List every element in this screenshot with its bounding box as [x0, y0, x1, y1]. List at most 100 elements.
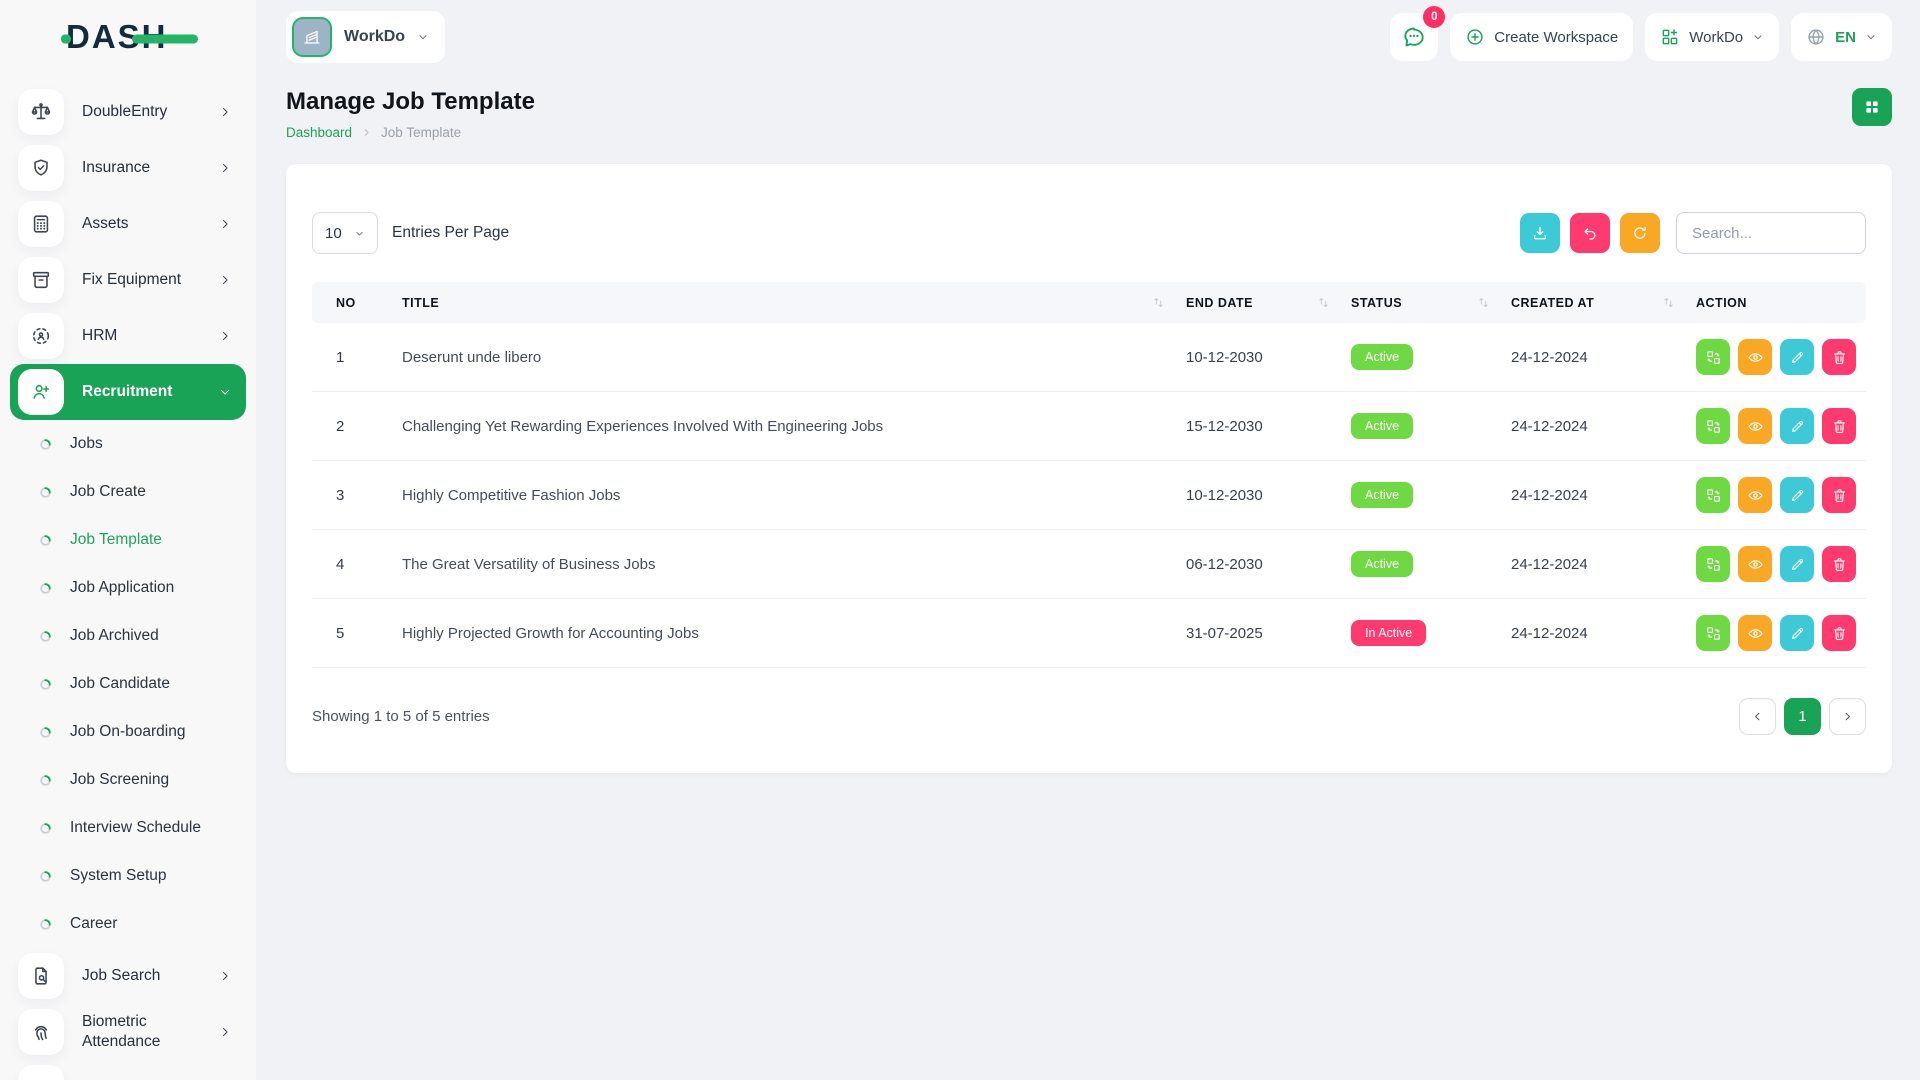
convert-button[interactable] — [1696, 546, 1730, 582]
entries-per-page: 10 Entries Per Page — [312, 212, 509, 254]
breadcrumb-dashboard-link[interactable]: Dashboard — [286, 125, 352, 140]
sidebar-item-assets[interactable]: Assets — [10, 196, 246, 252]
workdo-apps-button[interactable]: WorkDo — [1645, 13, 1779, 61]
cell-actions — [1686, 461, 1866, 530]
pagination: 1 — [1739, 698, 1866, 735]
column-header-end-date[interactable]: END DATE — [1176, 282, 1341, 323]
workspace-selector[interactable]: WorkDo — [286, 11, 445, 63]
language-selector[interactable]: EN — [1791, 13, 1892, 61]
sidebar-subitem-job-on-boarding[interactable]: Job On-boarding — [10, 708, 246, 756]
sidebar-subitem-label: Job On-boarding — [70, 723, 185, 741]
column-header-action: ACTION — [1686, 282, 1866, 323]
brand-logo[interactable]: DASH — [0, 0, 256, 74]
create-workspace-button[interactable]: Create Workspace — [1450, 13, 1633, 61]
cell-title: Challenging Yet Rewarding Experiences In… — [392, 392, 1176, 461]
sidebar-subitem-label: System Setup — [70, 867, 167, 885]
cell-status: Active — [1341, 392, 1501, 461]
chat-icon — [1401, 24, 1427, 50]
convert-button[interactable] — [1696, 408, 1730, 444]
sidebar-subitem-job-archived[interactable]: Job Archived — [10, 612, 246, 660]
sidebar-item-hrm[interactable]: HRM — [10, 308, 246, 364]
sidebar-subitem-interview-schedule[interactable]: Interview Schedule — [10, 804, 246, 852]
sidebar-item-item[interactable] — [10, 1060, 246, 1080]
sidebar-item-fix-equipment[interactable]: Fix Equipment — [10, 252, 246, 308]
entries-per-page-select[interactable]: 10 — [312, 212, 378, 254]
sidebar-subitem-career[interactable]: Career — [10, 900, 246, 948]
pagination-page-1[interactable]: 1 — [1784, 698, 1821, 735]
undo-button[interactable] — [1570, 213, 1610, 253]
column-header-status[interactable]: STATUS — [1341, 282, 1501, 323]
sidebar-subitem-job-candidate[interactable]: Job Candidate — [10, 660, 246, 708]
sidebar-item-insurance[interactable]: Insurance — [10, 140, 246, 196]
convert-button[interactable] — [1696, 615, 1730, 651]
eye-icon — [1747, 556, 1764, 573]
column-header-no: NO — [312, 282, 392, 323]
search-input[interactable] — [1676, 212, 1866, 254]
view-button[interactable] — [1738, 477, 1772, 513]
bullet-icon — [38, 437, 53, 452]
edit-button[interactable] — [1780, 339, 1814, 375]
sidebar-subitem-label: Jobs — [70, 435, 103, 453]
sidebar-item-recruitment[interactable]: Recruitment — [10, 364, 246, 420]
topbar-actions: 0 Create Workspace WorkDo EN — [1390, 13, 1892, 61]
column-label: NO — [336, 296, 356, 310]
edit-button[interactable] — [1780, 408, 1814, 444]
pagination-prev-button[interactable] — [1739, 698, 1776, 735]
delete-button[interactable] — [1822, 615, 1856, 651]
pagination-next-button[interactable] — [1829, 698, 1866, 735]
scales-icon — [18, 89, 64, 135]
convert-icon — [1705, 487, 1722, 504]
delete-button[interactable] — [1822, 408, 1856, 444]
status-badge: In Active — [1351, 620, 1426, 646]
messages-button[interactable]: 0 — [1390, 13, 1438, 61]
view-button[interactable] — [1738, 408, 1772, 444]
edit-button[interactable] — [1780, 477, 1814, 513]
column-label: STATUS — [1351, 296, 1402, 310]
sidebar-subitem-label: Job Application — [70, 579, 174, 597]
trash-icon — [1831, 418, 1848, 435]
status-badge: Active — [1351, 413, 1413, 439]
convert-button[interactable] — [1696, 339, 1730, 375]
refresh-button[interactable] — [1620, 213, 1660, 253]
sidebar-item-biometric-attendance[interactable]: Biometric Attendance — [10, 1004, 246, 1060]
logo-dot-accent — [61, 34, 71, 43]
sidebar-subitem-job-application[interactable]: Job Application — [10, 564, 246, 612]
sidebar-item-label: DoubleEntry — [82, 102, 218, 122]
cell-status: Active — [1341, 461, 1501, 530]
column-label: ACTION — [1696, 296, 1747, 310]
edit-button[interactable] — [1780, 615, 1814, 651]
column-header-created-at[interactable]: CREATED AT — [1501, 282, 1686, 323]
grid-view-button[interactable] — [1852, 88, 1892, 126]
view-button[interactable] — [1738, 339, 1772, 375]
delete-button[interactable] — [1822, 546, 1856, 582]
cell-title: Deserunt unde libero — [392, 323, 1176, 392]
user-plus-icon — [18, 369, 64, 415]
page-title: Manage Job Template — [286, 88, 535, 116]
sort-icon — [1151, 295, 1166, 310]
document-search-icon — [18, 953, 64, 999]
sidebar-subitem-system-setup[interactable]: System Setup — [10, 852, 246, 900]
delete-button[interactable] — [1822, 339, 1856, 375]
sidebar-subitem-job-create[interactable]: Job Create — [10, 468, 246, 516]
sidebar-subitem-job-screening[interactable]: Job Screening — [10, 756, 246, 804]
column-header-title[interactable]: TITLE — [392, 282, 1176, 323]
sidebar-subitem-job-template[interactable]: Job Template — [10, 516, 246, 564]
sidebar-item-doubleentry[interactable]: DoubleEntry — [10, 84, 246, 140]
cell-end-date: 10-12-2030 — [1176, 461, 1341, 530]
convert-icon — [1705, 418, 1722, 435]
eye-icon — [1747, 487, 1764, 504]
cell-status: Active — [1341, 323, 1501, 392]
table-header-row: NO TITLEEND DATE STATUS CREATED AT ACTION — [312, 282, 1866, 323]
view-button[interactable] — [1738, 546, 1772, 582]
eye-icon — [1747, 625, 1764, 642]
delete-button[interactable] — [1822, 477, 1856, 513]
convert-button[interactable] — [1696, 477, 1730, 513]
edit-button[interactable] — [1780, 546, 1814, 582]
sidebar-item-job-search[interactable]: Job Search — [10, 948, 246, 1004]
sidebar-subitem-label: Interview Schedule — [70, 819, 201, 837]
view-button[interactable] — [1738, 615, 1772, 651]
sidebar-subitem-jobs[interactable]: Jobs — [10, 420, 246, 468]
status-badge: Active — [1351, 344, 1413, 370]
globe-icon — [1806, 27, 1826, 47]
export-button[interactable] — [1520, 213, 1560, 253]
